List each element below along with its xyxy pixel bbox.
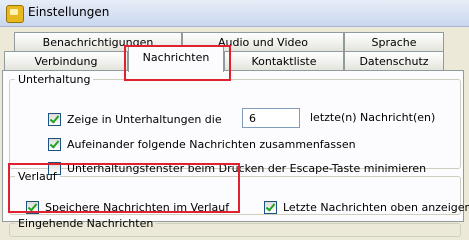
verlauf-group: Verlauf Speichere Nachrichten im Verlauf… xyxy=(9,170,469,215)
unterhaltung-group: Unterhaltung Zeige in Unterhaltungen die… xyxy=(9,73,461,175)
incoming-messages-group: Eingehende Nachrichten xyxy=(9,217,461,237)
newest-on-top-checkbox[interactable]: Letzte Nachrichten oben anzeigen xyxy=(264,199,469,215)
checkbox-box[interactable] xyxy=(48,112,61,126)
save-history-checkbox[interactable]: Speichere Nachrichten im Verlauf xyxy=(26,199,229,215)
incoming-messages-legend: Eingehende Nachrichten xyxy=(18,217,154,230)
tab-nachrichten[interactable]: Nachrichten xyxy=(128,46,224,72)
app-icon xyxy=(6,5,24,23)
title-bar: Einstellungen xyxy=(0,0,469,27)
checkbox-box[interactable] xyxy=(26,200,39,214)
show-last-messages-checkbox[interactable]: Zeige in Unterhaltungen die xyxy=(48,111,222,127)
message-count-suffix: letzte(n) Nachricht(en) xyxy=(310,111,436,124)
merge-label: Aufeinander folgende Nachrichten zusamme… xyxy=(67,137,356,151)
window-title: Einstellungen xyxy=(28,5,110,19)
tab-strip: Benachrichtigungen Audio und Video Sprac… xyxy=(0,26,469,72)
nachrichten-panel: Unterhaltung Zeige in Unterhaltungen die… xyxy=(2,70,469,237)
tab-datenschutz[interactable]: Datenschutz xyxy=(344,51,444,71)
merge-messages-checkbox[interactable]: Aufeinander folgende Nachrichten zusamme… xyxy=(48,136,356,152)
verlauf-legend: Verlauf xyxy=(18,170,57,183)
save-history-label: Speichere Nachrichten im Verlauf xyxy=(45,200,230,214)
message-count-value: 6 xyxy=(249,112,256,125)
tab-kontaktliste[interactable]: Kontaktliste xyxy=(224,51,344,71)
unterhaltung-legend: Unterhaltung xyxy=(18,73,91,86)
message-count-input[interactable]: 6 xyxy=(242,108,300,128)
newest-on-top-label: Letzte Nachrichten oben anzeigen xyxy=(283,200,469,214)
tab-verbindung[interactable]: Verbindung xyxy=(4,51,128,71)
checkbox-box[interactable] xyxy=(264,200,277,214)
tab-sprache[interactable]: Sprache xyxy=(344,32,444,52)
show-last-label: Zeige in Unterhaltungen die xyxy=(67,112,222,126)
checkbox-box[interactable] xyxy=(48,137,61,151)
